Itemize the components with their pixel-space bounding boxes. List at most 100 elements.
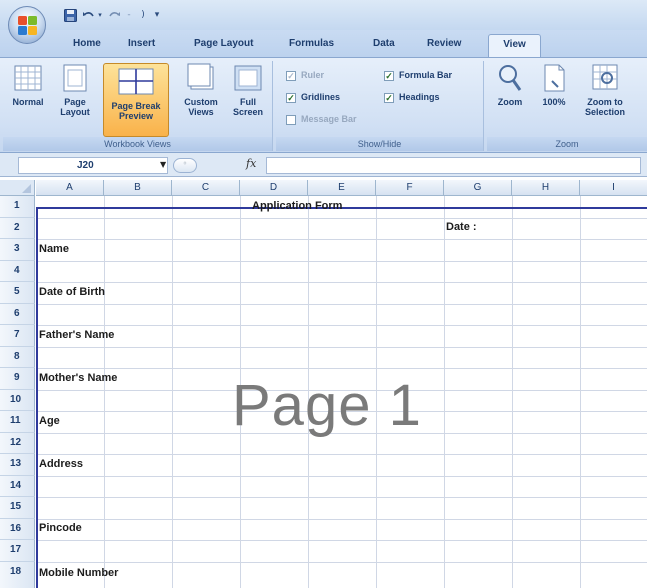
redo-icon[interactable] — [108, 7, 122, 23]
cell-title[interactable]: Application Form — [252, 200, 342, 212]
name-box[interactable]: J20 — [18, 157, 168, 174]
full-screen-button[interactable]: Full Screen — [227, 63, 269, 117]
normal-view-button[interactable]: Normal — [9, 63, 47, 107]
cell-name[interactable]: Name — [39, 243, 69, 255]
cell-mobile-number[interactable]: Mobile Number — [39, 567, 118, 579]
gridlines-label: Gridlines — [301, 92, 341, 102]
row-header-13[interactable]: 13 — [0, 454, 35, 476]
insert-function-button[interactable]: fx — [246, 157, 256, 170]
row-header-16[interactable]: 16 — [0, 518, 35, 540]
tab-view[interactable]: View — [488, 34, 541, 58]
formula-bar-label: Formula Bar — [399, 70, 453, 80]
zoom-group: Zoom 100% Zoom to Selection Zoom — [487, 61, 647, 151]
worksheet-grid[interactable]: A B C D E F G H I 1 2 3 4 5 6 7 8 9 10 1… — [0, 180, 647, 588]
row-header-5[interactable]: 5 — [0, 282, 35, 304]
row-header-14[interactable]: 14 — [0, 475, 35, 497]
row-header-1[interactable]: 1 — [0, 196, 35, 218]
ruler-checkbox[interactable]: ✓ Ruler — [286, 70, 324, 81]
full-screen-label: Full — [240, 97, 256, 107]
tab-page-layout[interactable]: Page Layout — [194, 38, 253, 49]
formula-expand-button[interactable]: ◦ — [173, 158, 197, 173]
column-header-b[interactable]: B — [104, 180, 172, 196]
page-break-preview-button[interactable]: Page Break Preview — [103, 63, 169, 137]
undo-icon[interactable] — [81, 7, 95, 23]
save-icon[interactable] — [62, 7, 78, 23]
gridline — [512, 196, 513, 588]
row-header-15[interactable]: 15 — [0, 497, 35, 519]
undo-dropdown-icon[interactable]: ▾ — [95, 7, 105, 23]
page-layout-view-label: Page — [64, 97, 86, 107]
tab-insert[interactable]: Insert — [128, 38, 155, 49]
row-header-3[interactable]: 3 — [0, 239, 35, 261]
row-header-4[interactable]: 4 — [0, 260, 35, 282]
normal-view-label: Normal — [12, 97, 44, 107]
show-hide-group: ✓ Ruler ✓ Gridlines Message Bar ✓ Formula B… — [276, 61, 484, 151]
ribbon: Normal Page Layout Page Break Preview Cu… — [0, 57, 647, 153]
gridline — [36, 454, 647, 455]
page-layout-view-label-2: Layout — [60, 107, 90, 117]
message-bar-checkbox[interactable]: Message Bar — [286, 114, 357, 125]
select-all-corner[interactable] — [0, 180, 35, 196]
column-header-h[interactable]: H — [512, 180, 580, 196]
row-header-2[interactable]: 2 — [0, 217, 35, 239]
formula-bar-check-icon: ✓ — [384, 70, 394, 81]
row-header-17[interactable]: 17 — [0, 540, 35, 562]
cell-fathers-name[interactable]: Father's Name — [39, 329, 114, 341]
zoom-to-selection-icon — [591, 63, 619, 93]
custom-views-button[interactable]: Custom Views — [179, 63, 223, 117]
tab-review[interactable]: Review — [427, 38, 461, 49]
column-header-i[interactable]: I — [580, 180, 647, 196]
row-header-12[interactable]: 12 — [0, 432, 35, 454]
gridline — [36, 475, 647, 477]
full-screen-icon — [234, 63, 262, 93]
cell-pincode[interactable]: Pincode — [39, 522, 82, 534]
column-header-c[interactable]: C — [172, 180, 240, 196]
page-break-preview-icon — [118, 67, 154, 97]
zoom-100-button[interactable]: 100% — [535, 63, 573, 107]
row-header-18[interactable]: 18 — [0, 561, 35, 588]
tab-home[interactable]: Home — [73, 38, 101, 49]
customize-quick-access-icon[interactable]: ▾ — [152, 7, 162, 23]
zoom-to-selection-button[interactable]: Zoom to Selection — [577, 63, 633, 117]
full-screen-label-2: Screen — [232, 107, 264, 117]
page-break-preview-label-2: Preview — [118, 111, 154, 121]
cell-mothers-name[interactable]: Mother's Name — [39, 372, 117, 384]
row-header-11[interactable]: 11 — [0, 411, 35, 433]
row-header-7[interactable]: 7 — [0, 325, 35, 347]
column-header-a[interactable]: A — [36, 180, 104, 196]
zoom-button[interactable]: Zoom — [491, 63, 529, 107]
customize-arrow-icon[interactable]: ) — [138, 7, 148, 23]
row-header-8[interactable]: 8 — [0, 346, 35, 368]
page-watermark: Page 1 — [232, 373, 422, 438]
headings-checkbox[interactable]: ✓ Headings — [384, 92, 440, 103]
ribbon-tab-row: Home Insert Page Layout Formulas Data Re… — [0, 30, 647, 58]
row-header-6[interactable]: 6 — [0, 303, 35, 325]
page-layout-view-button[interactable]: Page Layout — [53, 63, 97, 117]
gridlines-checkbox[interactable]: ✓ Gridlines — [286, 92, 340, 103]
page-break-preview-label: Page Break — [111, 101, 161, 111]
cell-date-of-birth[interactable]: Date of Birth — [39, 286, 105, 298]
column-header-d[interactable]: D — [240, 180, 308, 196]
gridlines-check-icon: ✓ — [286, 92, 296, 103]
headings-check-icon: ✓ — [384, 92, 394, 103]
redo-dropdown-icon[interactable]: - — [122, 7, 136, 23]
formula-bar-checkbox[interactable]: ✓ Formula Bar — [384, 70, 452, 81]
cell-date[interactable]: Date : — [446, 221, 477, 233]
tab-data[interactable]: Data — [373, 38, 395, 49]
column-header-f[interactable]: F — [376, 180, 444, 196]
gridline — [172, 196, 173, 588]
row-header-9[interactable]: 9 — [0, 368, 35, 390]
gridline — [36, 518, 647, 520]
column-header-g[interactable]: G — [444, 180, 512, 196]
row-header-10[interactable]: 10 — [0, 389, 35, 411]
formula-input[interactable] — [266, 157, 641, 174]
show-hide-group-label: Show/Hide — [276, 137, 483, 151]
tab-formulas[interactable]: Formulas — [289, 38, 334, 49]
cell-address[interactable]: Address — [39, 458, 83, 470]
custom-views-icon — [187, 63, 215, 93]
column-header-e[interactable]: E — [308, 180, 376, 196]
title-bar: ▾ - ) ▾ — [0, 0, 647, 30]
cell-age[interactable]: Age — [39, 415, 60, 427]
office-button[interactable] — [8, 6, 46, 44]
name-box-dropdown-icon[interactable]: ▼ — [160, 160, 166, 169]
